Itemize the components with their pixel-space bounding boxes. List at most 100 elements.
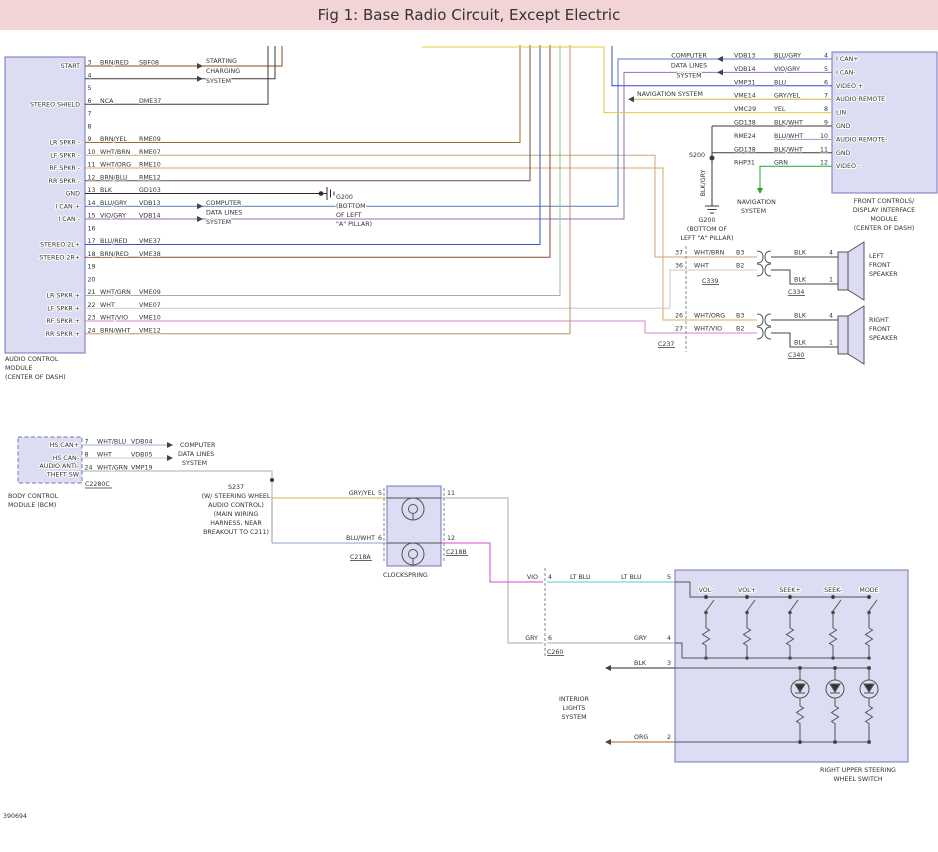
button-label: MODE [859, 587, 878, 594]
arrow-down-icon [757, 188, 763, 194]
bcm-wire-color: WHT/GRN [97, 465, 128, 472]
contact-dot [832, 657, 835, 660]
acm-pin-function: RR SPKR - [49, 178, 80, 185]
splice-label: S200 [689, 152, 705, 159]
speaker-harness-pin: 27 [675, 326, 683, 333]
right-front-speaker-icon [838, 306, 864, 364]
fcdim-pin-function: AUDIO REMOTE- [836, 136, 887, 143]
acm-pin-number: 19 [88, 264, 96, 271]
splice-s237-dot [270, 478, 274, 482]
fcdim-wire-color: BLU/GRY [774, 53, 801, 60]
ground-label: OF LEFT [336, 212, 362, 219]
speaker-cone-icon [848, 306, 864, 364]
fcdim-circuit-id: RHP31 [734, 160, 755, 167]
fcdim-pin-function: AUDIO REMOTE [836, 96, 885, 103]
acm-pin-number: 24 [88, 327, 96, 334]
speaker-connector-arcs [757, 251, 771, 339]
acm-circuit-id: RME09 [139, 136, 161, 143]
wire-color-label: BLK/GRY [700, 169, 707, 196]
acm-wire-color: BLU/RED [100, 238, 128, 245]
acm-name: (CENTER OF DASH) [5, 374, 66, 381]
contact-dot [834, 741, 837, 744]
acm-pin-number: 5 [88, 85, 92, 92]
ground-label: (BOTTOM OF [687, 226, 728, 233]
ground-label: LEFT "A" PILLAR) [681, 235, 734, 242]
acm-pin-number: 14 [88, 200, 96, 207]
fcdim-name: MODULE [870, 216, 897, 223]
arrow-right-icon [197, 63, 203, 69]
system-label: DATA LINES [178, 451, 214, 458]
wire-color-label: VIO [527, 574, 538, 581]
connector-half-icon [765, 327, 771, 339]
acm-circuit-id: VME12 [139, 327, 161, 334]
fcdim-wire-color: BLU/WHT [774, 133, 803, 140]
speaker-terminal-wire: BLK [794, 277, 807, 284]
acm-circuit-id: RME07 [139, 149, 161, 156]
arrow-right-icons [167, 63, 203, 461]
pin-number: 4 [548, 574, 552, 581]
acm-pin-number: 18 [88, 251, 96, 258]
fcdim-circuit-id: RME24 [734, 133, 756, 140]
acm-pin-function: RF SPKR + [46, 318, 80, 325]
speaker-magnet-icon [838, 316, 848, 354]
connector-label: C334 [788, 289, 804, 296]
system-label: CHARGING [206, 68, 240, 75]
splice-label: BREAKOUT TO C211) [203, 529, 269, 536]
system-label: STARTING [206, 58, 237, 65]
splice-label: (W/ STEERING WHEEL [202, 493, 271, 500]
speaker-harness-pin: 26 [675, 313, 683, 320]
contact-dot [831, 595, 834, 598]
fcdim-circuit-id: GD138 [734, 120, 756, 127]
acm-wire-color: BRN/RED [100, 60, 129, 67]
acm-wire-color: NCA [100, 98, 114, 105]
system-label: INTERIOR [559, 696, 590, 703]
fcdim-pin-number: 4 [824, 53, 828, 60]
acm-pin-number: 13 [88, 187, 96, 194]
contact-dot [832, 611, 835, 614]
bcm-pin-number: 8 [85, 452, 89, 459]
acm-circuit-id: DME37 [139, 98, 161, 105]
fcdim-pin-number: 9 [824, 120, 828, 127]
connector-half-icon [765, 251, 771, 263]
system-label: SYSTEM [561, 714, 586, 721]
fcdim-name: (CENTER OF DASH) [854, 225, 915, 232]
acm-pin-number: 17 [88, 238, 96, 245]
acm-name: MODULE [5, 365, 32, 372]
acm-pin-number: 20 [88, 276, 96, 283]
system-label: SYSTEM [676, 73, 701, 80]
arrow-right-icon [197, 216, 203, 222]
bcm-circuit-id: VDB04 [131, 439, 153, 446]
acm-pin-number: 3 [88, 60, 92, 67]
system-label: NAVIGATION SYSTEM [637, 91, 703, 98]
contact-dot [705, 657, 708, 660]
ground-label: (BOTTOM [336, 203, 366, 210]
wire-color-label: GRY [525, 635, 538, 642]
speaker-wire-color: WHT/BRN [694, 250, 725, 257]
fcdim-circuit-id: VME14 [734, 93, 756, 100]
pin-number: 3 [667, 660, 671, 667]
arrow-right-icon [197, 76, 203, 82]
speaker-cavity-id: B2 [736, 263, 744, 270]
speaker-terminal-pin: 4 [829, 250, 833, 257]
speaker-name: FRONT [869, 262, 891, 269]
acm-circuit-id: RME12 [139, 174, 161, 181]
bcm-name: BODY CONTROL [8, 493, 59, 500]
fcdim-pin-number: 5 [824, 66, 828, 73]
speaker-terminal-wire: BLK [794, 250, 807, 257]
system-label: SYSTEM [741, 208, 766, 215]
speaker-cone-icon [848, 242, 864, 300]
wire-wht-grn-lr-spkr-pos [85, 45, 560, 296]
wire-vio-gry-ican-neg [85, 72, 832, 219]
acm-pin-function: LR SPKR + [47, 293, 80, 300]
connector-label: C2280C [85, 481, 110, 488]
ground-g200-left-icon [319, 187, 334, 200]
system-label: SYSTEM [206, 78, 231, 85]
acm-pin-number: 6 [88, 98, 92, 105]
speaker-harness-pin: 36 [675, 263, 683, 270]
wire-gry-to-c260 [441, 498, 543, 643]
steering-wheel-switch-box [675, 570, 908, 762]
acm-wire-color: BLU/GRY [100, 200, 127, 207]
acm-wire-color: WHT/GRN [100, 289, 131, 296]
contact-dot [868, 611, 871, 614]
wire-color-label: BLK [634, 660, 647, 667]
